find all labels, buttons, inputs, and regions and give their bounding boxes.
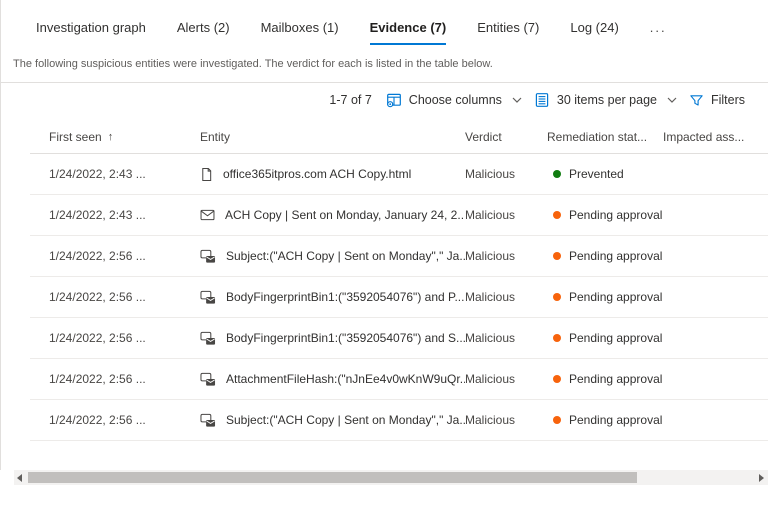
- table-body: 1/24/2022, 2:43 ... office365itpros.com …: [0, 154, 768, 441]
- scrollbar-thumb[interactable]: [28, 472, 637, 483]
- tab-log[interactable]: Log (24): [570, 20, 618, 45]
- choose-columns-label: Choose columns: [408, 93, 502, 107]
- items-per-page-button[interactable]: 30 items per page: [534, 92, 677, 108]
- status-dot-icon: [553, 252, 561, 260]
- remediation-status-cell: Pending approval: [547, 290, 663, 304]
- column-header-verdict[interactable]: Verdict: [465, 130, 547, 144]
- table-row[interactable]: 1/24/2022, 2:56 ... Subject:("ACH Copy |…: [30, 400, 768, 441]
- column-header-remediation-status[interactable]: Remediation stat...: [547, 130, 663, 144]
- mail-cluster-icon: [200, 249, 216, 264]
- choose-columns-button[interactable]: Choose columns: [386, 92, 522, 108]
- page-description: The following suspicious entities were i…: [13, 58, 493, 70]
- column-header-entity[interactable]: Entity: [200, 130, 465, 144]
- verdict-cell: Malicious: [465, 372, 516, 386]
- first-seen-cell: 1/24/2022, 2:56 ...: [49, 413, 146, 427]
- status-dot-icon: [553, 416, 561, 424]
- verdict-cell: Malicious: [465, 249, 516, 263]
- first-seen-cell: 1/24/2022, 2:56 ...: [49, 249, 146, 263]
- verdict-cell: Malicious: [465, 208, 516, 222]
- table-row[interactable]: 1/24/2022, 2:56 ... AttachmentFileHash:(…: [30, 359, 768, 400]
- tab-mailboxes[interactable]: Mailboxes (1): [261, 20, 339, 45]
- filters-label: Filters: [710, 93, 745, 107]
- status-dot-icon: [553, 170, 561, 178]
- choose-columns-icon: [386, 92, 402, 108]
- entity-cell[interactable]: Subject:("ACH Copy | Sent on Monday"," J…: [200, 249, 465, 264]
- remediation-status-cell: Pending approval: [547, 249, 663, 263]
- tab-alerts[interactable]: Alerts (2): [177, 20, 230, 45]
- file-icon: [200, 167, 213, 182]
- verdict-cell: Malicious: [465, 331, 516, 345]
- first-seen-cell: 1/24/2022, 2:56 ...: [49, 290, 146, 304]
- chevron-down-icon[interactable]: [512, 97, 522, 103]
- filter-icon: [689, 93, 704, 108]
- first-seen-cell: 1/24/2022, 2:56 ...: [49, 372, 146, 386]
- remediation-status-cell: Prevented: [547, 167, 663, 181]
- verdict-cell: Malicious: [465, 290, 516, 304]
- remediation-status-cell: Pending approval: [547, 372, 663, 386]
- tab-more[interactable]: ...: [650, 20, 667, 45]
- panel-left-border: [0, 0, 1, 470]
- table-row[interactable]: 1/24/2022, 2:56 ... BodyFingerprintBin1:…: [30, 318, 768, 359]
- tab-evidence[interactable]: Evidence (7): [369, 20, 447, 45]
- status-dot-icon: [553, 375, 561, 383]
- mail-cluster-icon: [200, 413, 216, 428]
- item-range-label: 1-7 of 7: [329, 93, 372, 107]
- column-header-impacted-assets[interactable]: Impacted ass...: [663, 130, 768, 144]
- first-seen-cell: 1/24/2022, 2:56 ...: [49, 331, 146, 345]
- entity-cell[interactable]: ACH Copy | Sent on Monday, January 24, 2…: [200, 208, 465, 222]
- mail-cluster-icon: [200, 372, 216, 387]
- first-seen-cell: 1/24/2022, 2:43 ...: [49, 167, 146, 181]
- mail-cluster-icon: [200, 331, 216, 346]
- remediation-status-cell: Pending approval: [547, 208, 663, 222]
- remediation-status-cell: Pending approval: [547, 413, 663, 427]
- horizontal-scrollbar[interactable]: [14, 470, 768, 485]
- mail-icon: [200, 209, 215, 221]
- column-header-first-seen[interactable]: First seen ↑: [49, 130, 200, 144]
- items-per-page-label: 30 items per page: [556, 93, 657, 107]
- table-row[interactable]: 1/24/2022, 2:43 ... office365itpros.com …: [30, 154, 768, 195]
- mail-cluster-icon: [200, 290, 216, 305]
- status-dot-icon: [553, 211, 561, 219]
- remediation-status-cell: Pending approval: [547, 331, 663, 345]
- items-per-page-icon: [534, 92, 550, 108]
- first-seen-cell: 1/24/2022, 2:43 ...: [49, 208, 146, 222]
- entity-cell[interactable]: BodyFingerprintBin1:("3592054076") and S…: [200, 331, 465, 346]
- scroll-left-arrow-icon[interactable]: [17, 474, 22, 482]
- table-row[interactable]: 1/24/2022, 2:56 ... Subject:("ACH Copy |…: [30, 236, 768, 277]
- table-toolbar: 1-7 of 7 Choose columns 30 items per pag…: [0, 83, 768, 114]
- table-row[interactable]: 1/24/2022, 2:43 ... ACH Copy | Sent on M…: [30, 195, 768, 236]
- filters-button[interactable]: Filters: [689, 93, 745, 108]
- tab-entities[interactable]: Entities (7): [477, 20, 539, 45]
- entity-cell[interactable]: office365itpros.com ACH Copy.html: [200, 167, 465, 182]
- verdict-cell: Malicious: [465, 413, 516, 427]
- verdict-cell: Malicious: [465, 167, 516, 181]
- status-dot-icon: [553, 334, 561, 342]
- entity-cell[interactable]: BodyFingerprintBin1:("3592054076") and P…: [200, 290, 465, 305]
- sort-ascending-icon[interactable]: ↑: [108, 131, 114, 143]
- entity-cell[interactable]: Subject:("ACH Copy | Sent on Monday"," J…: [200, 413, 465, 428]
- tab-investigation-graph[interactable]: Investigation graph: [36, 20, 146, 45]
- tab-bar: Investigation graph Alerts (2) Mailboxes (…: [0, 0, 768, 45]
- entity-cell[interactable]: AttachmentFileHash:("nJnEe4v0wKnW9uQr...: [200, 372, 465, 387]
- table-header-row: First seen ↑ Entity Verdict Remediation …: [30, 120, 768, 154]
- scroll-right-arrow-icon[interactable]: [759, 474, 764, 482]
- status-dot-icon: [553, 293, 561, 301]
- chevron-down-icon[interactable]: [667, 97, 677, 103]
- table-row[interactable]: 1/24/2022, 2:56 ... BodyFingerprintBin1:…: [30, 277, 768, 318]
